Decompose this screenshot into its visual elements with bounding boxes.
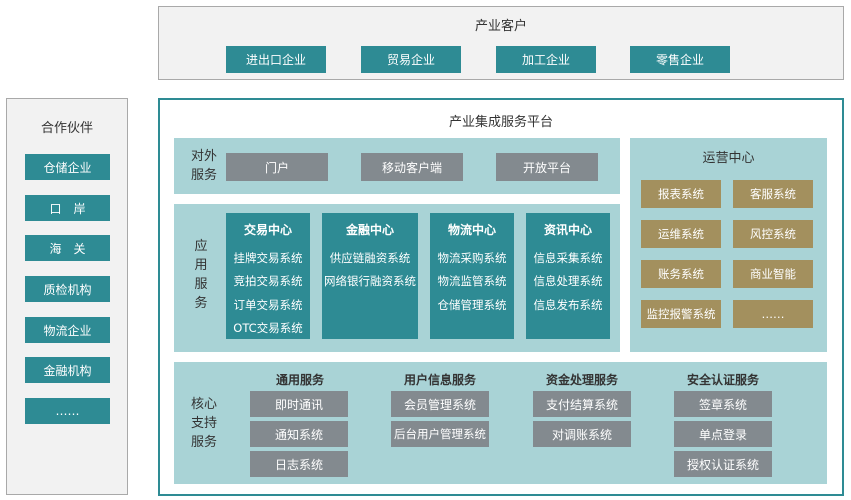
core-authorization[interactable]: 授权认证系统 (674, 451, 772, 477)
customer-trade[interactable]: 贸易企业 (361, 46, 461, 73)
finance-center[interactable]: 金融中心 供应链融资系统 网络银行融资系统 (322, 213, 418, 339)
core-services-label: 核心 支持 服务 (190, 396, 217, 450)
customers-title: 产业客户 (474, 18, 527, 34)
ops-monitoring-alarm[interactable]: 监控报警系统 (641, 300, 721, 328)
ops-business-intelligence[interactable]: 商业智能 (733, 260, 813, 288)
customer-import-export[interactable]: 进出口企业 (226, 46, 326, 73)
list-item[interactable]: 竞拍交易系统 (226, 270, 310, 293)
partner-more[interactable]: …… (25, 398, 110, 424)
application-services-label: 应 用 服 务 (194, 239, 208, 311)
external-services-label: 对外 服务 (190, 149, 217, 183)
core-member-management[interactable]: 会员管理系统 (391, 391, 489, 417)
core-backend-user-management[interactable]: 后台用户管理系统 (391, 421, 489, 447)
logistics-center[interactable]: 物流中心 物流采购系统 物流监管系统 仓储管理系统 (430, 213, 514, 339)
list-item[interactable]: 物流监管系统 (430, 270, 514, 293)
partner-inspection[interactable]: 质检机构 (25, 276, 110, 302)
ops-accounting[interactable]: 账务系统 (641, 260, 721, 288)
ops-center-title: 运营中心 (702, 150, 755, 166)
list-item[interactable]: 订单交易系统 (226, 294, 310, 317)
core-logging[interactable]: 日志系统 (250, 451, 348, 477)
partners-title: 合作伙伴 (40, 120, 93, 136)
info-center-title: 资讯中心 (543, 223, 592, 237)
list-item[interactable]: 供应链融资系统 (322, 247, 418, 270)
list-item[interactable]: 仓储管理系统 (430, 294, 514, 317)
core-instant-messaging[interactable]: 即时通讯 (250, 391, 348, 417)
info-center[interactable]: 资讯中心 信息采集系统 信息处理系统 信息发布系统 (526, 213, 610, 339)
external-portal[interactable]: 门户 (226, 153, 328, 181)
logistics-center-title: 物流中心 (447, 223, 496, 237)
core-single-sign-on[interactable]: 单点登录 (674, 421, 772, 447)
security-auth-title: 安全认证服务 (686, 372, 759, 387)
platform-title: 产业集成服务平台 (448, 114, 553, 130)
ops-more[interactable]: …… (733, 300, 813, 328)
external-mobile-client[interactable]: 移动客户端 (361, 153, 463, 181)
partner-port[interactable]: 口 岸 (25, 195, 110, 221)
list-item[interactable]: 信息采集系统 (526, 247, 610, 270)
user-info-services-title: 用户信息服务 (403, 372, 476, 387)
list-item[interactable]: 信息处理系统 (526, 270, 610, 293)
ops-maintenance[interactable]: 运维系统 (641, 220, 721, 248)
ops-report[interactable]: 报表系统 (641, 180, 721, 208)
external-open-platform[interactable]: 开放平台 (496, 153, 598, 181)
finance-center-title: 金融中心 (345, 223, 394, 237)
partner-logistics[interactable]: 物流企业 (25, 317, 110, 343)
core-signature[interactable]: 签章系统 (674, 391, 772, 417)
list-item[interactable]: 信息发布系统 (526, 294, 610, 317)
customer-retail[interactable]: 零售企业 (630, 46, 730, 73)
trading-center-title: 交易中心 (243, 223, 292, 237)
partner-customs[interactable]: 海 关 (25, 235, 110, 261)
customer-processing[interactable]: 加工企业 (496, 46, 596, 73)
trading-center[interactable]: 交易中心 挂牌交易系统 竞拍交易系统 订单交易系统 OTC交易系统 (226, 213, 310, 339)
ops-risk-control[interactable]: 风控系统 (733, 220, 813, 248)
fund-processing-title: 资金处理服务 (545, 372, 618, 387)
list-item[interactable]: 网络银行融资系统 (322, 270, 418, 293)
partner-warehouse[interactable]: 仓储企业 (25, 154, 110, 180)
core-reconciliation[interactable]: 对调账系统 (533, 421, 631, 447)
list-item[interactable]: 挂牌交易系统 (226, 247, 310, 270)
core-payment-settlement[interactable]: 支付结算系统 (533, 391, 631, 417)
list-item[interactable]: OTC交易系统 (226, 317, 310, 340)
partner-finance[interactable]: 金融机构 (25, 357, 110, 383)
list-item[interactable]: 物流采购系统 (430, 247, 514, 270)
core-notification[interactable]: 通知系统 (250, 421, 348, 447)
general-services-title: 通用服务 (275, 372, 324, 387)
ops-customer-service[interactable]: 客服系统 (733, 180, 813, 208)
